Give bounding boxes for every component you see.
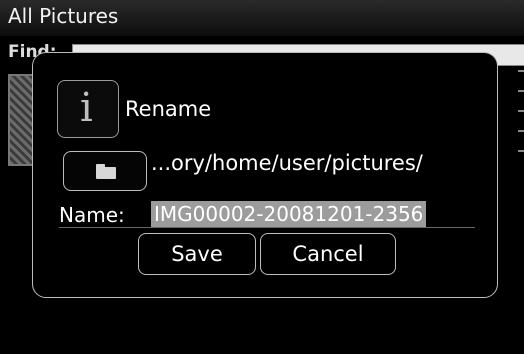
dialog-title: Rename	[125, 97, 212, 121]
folder-path: ...ory/home/user/pictures/	[151, 151, 423, 175]
window-title: All Pictures	[8, 4, 119, 28]
folder-button[interactable]	[63, 151, 147, 191]
scroll-indicator	[518, 70, 524, 350]
name-input[interactable]: IMG00002-20081201-2356	[151, 201, 427, 227]
title-bar: All Pictures	[0, 0, 524, 36]
name-field-row: Name: IMG00002-20081201-2356	[59, 201, 475, 228]
folder-icon	[96, 164, 116, 179]
save-button[interactable]: Save	[138, 233, 256, 275]
name-label: Name:	[59, 203, 125, 227]
rename-dialog: i Rename ...ory/home/user/pictures/ Name…	[32, 52, 498, 298]
cancel-button[interactable]: Cancel	[260, 233, 396, 275]
info-icon[interactable]: i	[57, 80, 119, 138]
